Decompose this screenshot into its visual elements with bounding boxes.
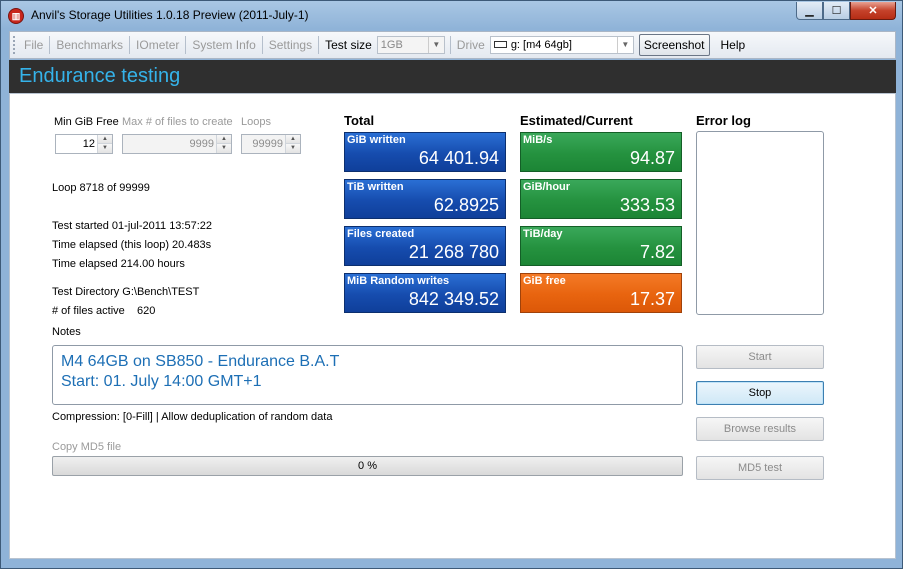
time-elapsed-loop: Time elapsed (this loop) 20.483s bbox=[52, 239, 212, 251]
menu-settings[interactable]: Settings bbox=[264, 34, 317, 56]
close-button[interactable]: ✕ bbox=[850, 2, 896, 20]
tile-label: MiB Random writes bbox=[347, 275, 450, 287]
min-free-value: 12 bbox=[82, 138, 95, 150]
test-started: Test started 01-jul-2011 13:57:22 bbox=[52, 220, 213, 232]
menu-help[interactable]: Help bbox=[716, 34, 751, 56]
drive-icon bbox=[493, 40, 507, 48]
drive-label: Drive bbox=[456, 38, 485, 52]
menu-file[interactable]: File bbox=[19, 34, 48, 56]
tile-value: 333.53 bbox=[619, 195, 675, 215]
tile-value: 62.8925 bbox=[433, 195, 499, 215]
maximize-button[interactable]: ☐ bbox=[823, 2, 850, 20]
title-bar[interactable]: ▥ Anvil's Storage Utilities 1.0.18 Previ… bbox=[1, 1, 902, 30]
toolbar-separator bbox=[449, 36, 451, 54]
loops-value: 99999 bbox=[252, 138, 283, 150]
stepper-down-icon[interactable]: ▼ bbox=[286, 144, 300, 153]
toolbar-separator bbox=[49, 36, 51, 54]
max-files-stepper[interactable]: 9999 ▲ ▼ bbox=[122, 134, 232, 154]
tile-value: 64 401.94 bbox=[418, 148, 499, 168]
tile-tib-written: TiB written 62.8925 bbox=[344, 179, 506, 219]
totals-title: Total bbox=[344, 113, 375, 128]
toolbar-separator bbox=[318, 36, 320, 54]
menu-iometer[interactable]: IOmeter bbox=[131, 34, 184, 56]
stepper-up-icon[interactable]: ▲ bbox=[98, 135, 112, 144]
menu-benchmarks[interactable]: Benchmarks bbox=[51, 34, 128, 56]
window-title: Anvil's Storage Utilities 1.0.18 Preview… bbox=[31, 8, 309, 22]
tile-tib-per-day: TiB/day 7.82 bbox=[520, 226, 682, 266]
toolbar-separator bbox=[261, 36, 263, 54]
tile-label: TiB/day bbox=[523, 228, 563, 240]
tile-label: GiB written bbox=[347, 134, 406, 146]
tile-label: GiB free bbox=[523, 275, 566, 287]
tile-mib-random-writes: MiB Random writes 842 349.52 bbox=[344, 273, 506, 313]
progress-text: 0 % bbox=[358, 460, 377, 472]
toolbar-separator bbox=[129, 36, 131, 54]
notes-line: M4 64GB on SB850 - Endurance B.A.T bbox=[61, 353, 340, 370]
tile-label: TiB written bbox=[347, 181, 404, 193]
screenshot-button[interactable]: Screenshot bbox=[638, 34, 710, 56]
min-free-label: Min GiB Free bbox=[54, 116, 119, 128]
stop-button[interactable]: Stop bbox=[696, 381, 824, 405]
app-window: ▥ Anvil's Storage Utilities 1.0.18 Previ… bbox=[0, 0, 903, 569]
tile-files-created: Files created 21 268 780 bbox=[344, 226, 506, 266]
page-title: Endurance testing bbox=[19, 65, 181, 87]
app-icon[interactable]: ▥ bbox=[8, 8, 24, 24]
stepper-down-icon[interactable]: ▼ bbox=[98, 144, 112, 153]
minimize-button[interactable]: ▁ bbox=[796, 2, 823, 20]
drive-select[interactable]: g: [m4 64gb] ▼ bbox=[489, 36, 634, 54]
tile-gib-free: GiB free 17.37 bbox=[520, 273, 682, 313]
browse-results-button[interactable]: Browse results bbox=[696, 417, 824, 441]
files-active-value: 620 bbox=[137, 305, 156, 317]
test-size-label: Test size bbox=[325, 38, 372, 52]
main-panel: Min GiB Free Max # of files to create Lo… bbox=[9, 93, 896, 559]
tile-gib-written: GiB written 64 401.94 bbox=[344, 132, 506, 172]
tile-value: 21 268 780 bbox=[408, 242, 499, 262]
tile-gib-per-hour: GiB/hour 333.53 bbox=[520, 179, 682, 219]
time-elapsed: Time elapsed 214.00 hours bbox=[52, 258, 185, 270]
menu-toolbar: File Benchmarks IOmeter System Info Sett… bbox=[9, 31, 896, 59]
estimated-title: Estimated/Current bbox=[520, 113, 633, 128]
tile-label: MiB/s bbox=[523, 134, 553, 146]
test-size-value: 1GB bbox=[380, 39, 403, 51]
chevron-down-icon[interactable]: ▼ bbox=[427, 37, 444, 53]
tile-label: GiB/hour bbox=[523, 181, 571, 193]
stepper-down-icon[interactable]: ▼ bbox=[217, 144, 231, 153]
test-directory: Test Directory G:\Bench\TEST bbox=[52, 286, 200, 298]
page-header: Endurance testing bbox=[9, 60, 896, 93]
tile-mib-per-s: MiB/s 94.87 bbox=[520, 132, 682, 172]
test-size-select[interactable]: 1GB ▼ bbox=[376, 36, 445, 54]
chevron-down-icon[interactable]: ▼ bbox=[616, 37, 633, 53]
tile-value: 17.37 bbox=[629, 289, 675, 309]
loops-stepper[interactable]: 99999 ▲ ▼ bbox=[241, 134, 301, 154]
md5-test-button[interactable]: MD5 test bbox=[696, 456, 824, 480]
copy-md5-label: Copy MD5 file bbox=[52, 441, 122, 453]
tile-value: 7.82 bbox=[639, 242, 675, 262]
error-log-box[interactable] bbox=[696, 131, 824, 315]
progress-bar: 0 % bbox=[52, 456, 683, 476]
notes-label: Notes bbox=[52, 326, 81, 338]
drive-value: g: [m4 64gb] bbox=[510, 39, 572, 51]
tile-label: Files created bbox=[347, 228, 415, 240]
loops-label: Loops bbox=[241, 116, 271, 128]
notes-textarea[interactable]: M4 64GB on SB850 - Endurance B.A.T Start… bbox=[52, 345, 683, 405]
start-button[interactable]: Start bbox=[696, 345, 824, 369]
min-free-stepper[interactable]: 12 ▲ ▼ bbox=[55, 134, 113, 154]
max-files-label: Max # of files to create bbox=[122, 116, 233, 128]
compression-info: Compression: [0-Fill] | Allow deduplicat… bbox=[52, 411, 333, 423]
menu-system-info[interactable]: System Info bbox=[187, 34, 260, 56]
max-files-value: 9999 bbox=[189, 138, 214, 150]
files-active-label: # of files active bbox=[52, 305, 125, 317]
toolbar-separator bbox=[185, 36, 187, 54]
loop-counter: Loop 8718 of 99999 bbox=[52, 182, 150, 194]
tile-value: 94.87 bbox=[629, 148, 675, 168]
notes-line: Start: 01. July 14:00 GMT+1 bbox=[61, 373, 262, 390]
stepper-up-icon[interactable]: ▲ bbox=[286, 135, 300, 144]
error-log-title: Error log bbox=[696, 113, 751, 128]
tile-value: 842 349.52 bbox=[408, 289, 499, 309]
stepper-up-icon[interactable]: ▲ bbox=[217, 135, 231, 144]
window-controls: ▁ ☐ ✕ bbox=[796, 2, 896, 20]
